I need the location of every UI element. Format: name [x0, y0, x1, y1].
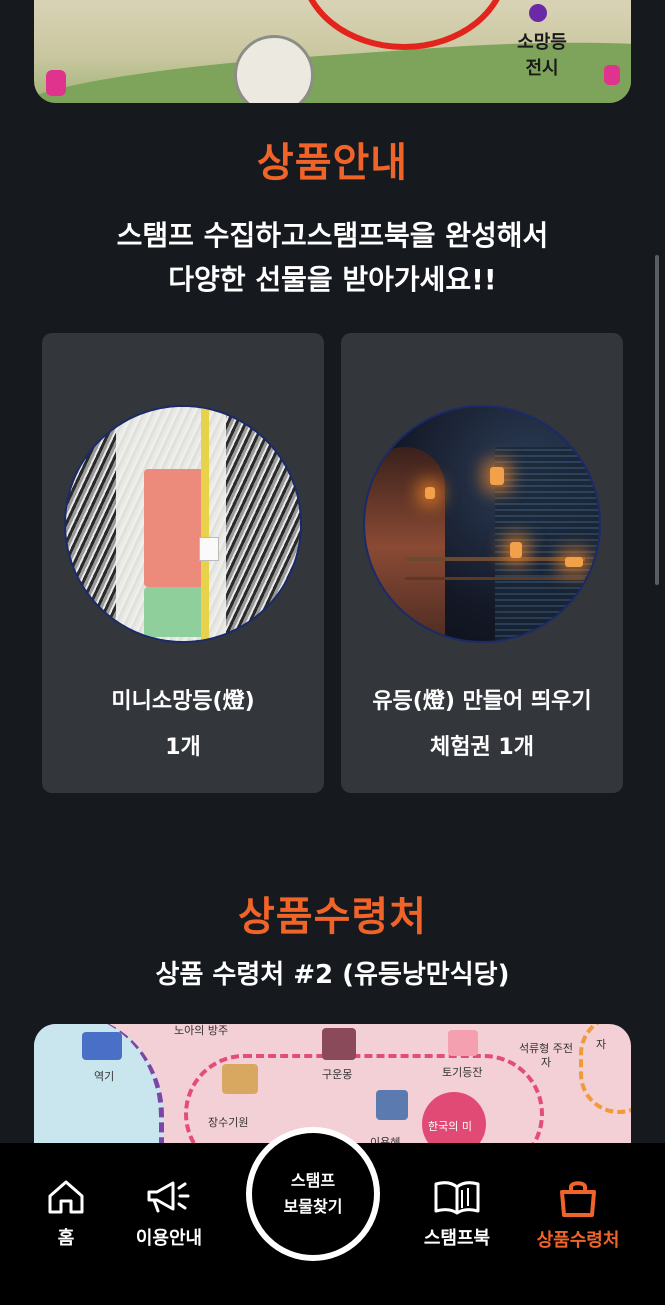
bottom-navigation: 홈 이용안내 스탬프 보물찾기 스탬프북 상품수령처 — [0, 1127, 665, 1305]
nav-home-label: 홈 — [57, 1228, 75, 1249]
map-label-gu-un-mong: 구운몽 — [322, 1068, 353, 1081]
map-marker-purple — [529, 4, 547, 22]
product-photo-mini-lantern — [64, 405, 302, 643]
open-book-icon — [434, 1181, 480, 1215]
nav-stampbook-label: 스탬프북 — [423, 1228, 491, 1249]
nav-stampbook[interactable]: 스탬프북 — [402, 1178, 512, 1250]
center-button-line1: 스탬프 — [290, 1171, 336, 1190]
nav-pickup[interactable]: 상품수령처 — [523, 1178, 633, 1252]
pickup-subtitle: 상품 수령처 #2 (유등낭만식당) — [155, 960, 510, 990]
center-button-line2: 보물찾기 — [283, 1197, 343, 1216]
product-quantity: 1개 — [165, 735, 201, 760]
map-label-oil-lamp: 토기등잔 — [442, 1066, 483, 1079]
products-subtitle-line2: 다양한 선물을 받아가세요!! — [168, 263, 497, 296]
pickup-title: 상품수령처 — [238, 893, 427, 940]
map-label-line2: 전시 — [525, 58, 559, 79]
product-name: 유등(燈) 만들어 띄우기 — [372, 689, 592, 714]
map-label-weights: 역기 — [94, 1070, 115, 1083]
map-label-line1: 소망등 — [517, 32, 567, 53]
products-subtitle: 스탬프 수집하고스탬프북을 완성해서 다양한 선물을 받아가세요!! — [0, 214, 665, 302]
map-label-pomegranate-pot: 석류형 주전자 — [518, 1042, 574, 1069]
home-icon — [48, 1180, 84, 1214]
product-card-mini-lantern[interactable]: 미니소망등(燈) 1개 — [42, 333, 324, 793]
map-label-wish-lantern: 소망등 전시 — [502, 30, 582, 82]
map-marker-pink — [46, 70, 66, 96]
map-label-korean-beauty: 한국의 미 — [428, 1120, 472, 1133]
product-photo-floating-lantern — [363, 405, 601, 643]
products-title: 상품안내 — [256, 139, 409, 186]
nav-guide-label: 이용안내 — [135, 1228, 203, 1249]
product-quantity: 체험권 1개 — [430, 735, 534, 760]
map-icon-building — [322, 1028, 356, 1060]
top-map-banner: 소망등 전시 — [34, 0, 631, 103]
product-card-floating-lantern[interactable]: 유등(燈) 만들어 띄우기 체험권 1개 — [341, 333, 623, 793]
map-label-longevity: 장수기원 — [208, 1116, 249, 1129]
nav-guide[interactable]: 이용안내 — [114, 1178, 224, 1250]
map-icon-longevity — [222, 1064, 258, 1094]
product-name: 미니소망등(燈) — [111, 689, 255, 714]
map-label-partial: 자 — [596, 1038, 607, 1051]
map-marker-pink-2 — [604, 65, 620, 85]
products-subtitle-line1: 스탬프 수집하고스탬프북을 완성해서 — [116, 219, 549, 252]
megaphone-icon — [147, 1181, 190, 1213]
map-icon-lamp — [448, 1030, 478, 1056]
nav-home[interactable]: 홈 — [11, 1178, 121, 1250]
nav-pickup-label: 상품수령처 — [536, 1230, 620, 1251]
stamp-treasure-hunt-button[interactable]: 스탬프 보물찾기 — [246, 1127, 380, 1261]
map-icon-figure — [376, 1090, 408, 1120]
shopping-bag-icon — [560, 1181, 596, 1217]
scrollbar-thumb[interactable] — [655, 255, 659, 585]
map-label-ark: 노아의 방주 — [174, 1024, 229, 1037]
map-moon-lantern — [234, 35, 314, 103]
map-highlight-circle — [299, 0, 509, 50]
map-icon-weights — [82, 1032, 122, 1060]
